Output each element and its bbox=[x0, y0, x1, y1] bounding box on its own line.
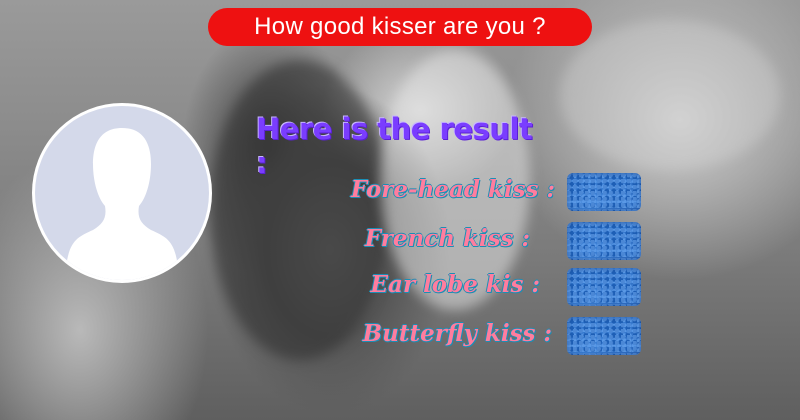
background-photo-shade bbox=[210, 60, 390, 360]
french-kiss-label: French kiss : bbox=[364, 225, 530, 252]
page-title: How good kisser are you ? bbox=[254, 13, 546, 40]
forehead-kiss-result-box bbox=[567, 173, 641, 211]
forehead-kiss-label: Fore-head kiss : bbox=[350, 176, 555, 203]
result-heading: Here is the result : bbox=[256, 112, 533, 180]
butterfly-kiss-label: Butterfly kiss : bbox=[362, 320, 552, 347]
ear-lobe-kiss-label: Ear lobe kis : bbox=[370, 271, 540, 298]
butterfly-kiss-result-box bbox=[567, 317, 641, 355]
default-profile-silhouette-icon bbox=[35, 106, 209, 280]
french-kiss-result-box bbox=[567, 222, 641, 260]
background-photo-bokeh bbox=[560, 20, 780, 170]
ear-lobe-kiss-result-box bbox=[567, 268, 641, 306]
profile-avatar[interactable] bbox=[32, 103, 212, 283]
title-banner: How good kisser are you ? bbox=[208, 8, 592, 46]
kiss-result-card: How good kisser are you ? Here is the re… bbox=[0, 0, 800, 420]
